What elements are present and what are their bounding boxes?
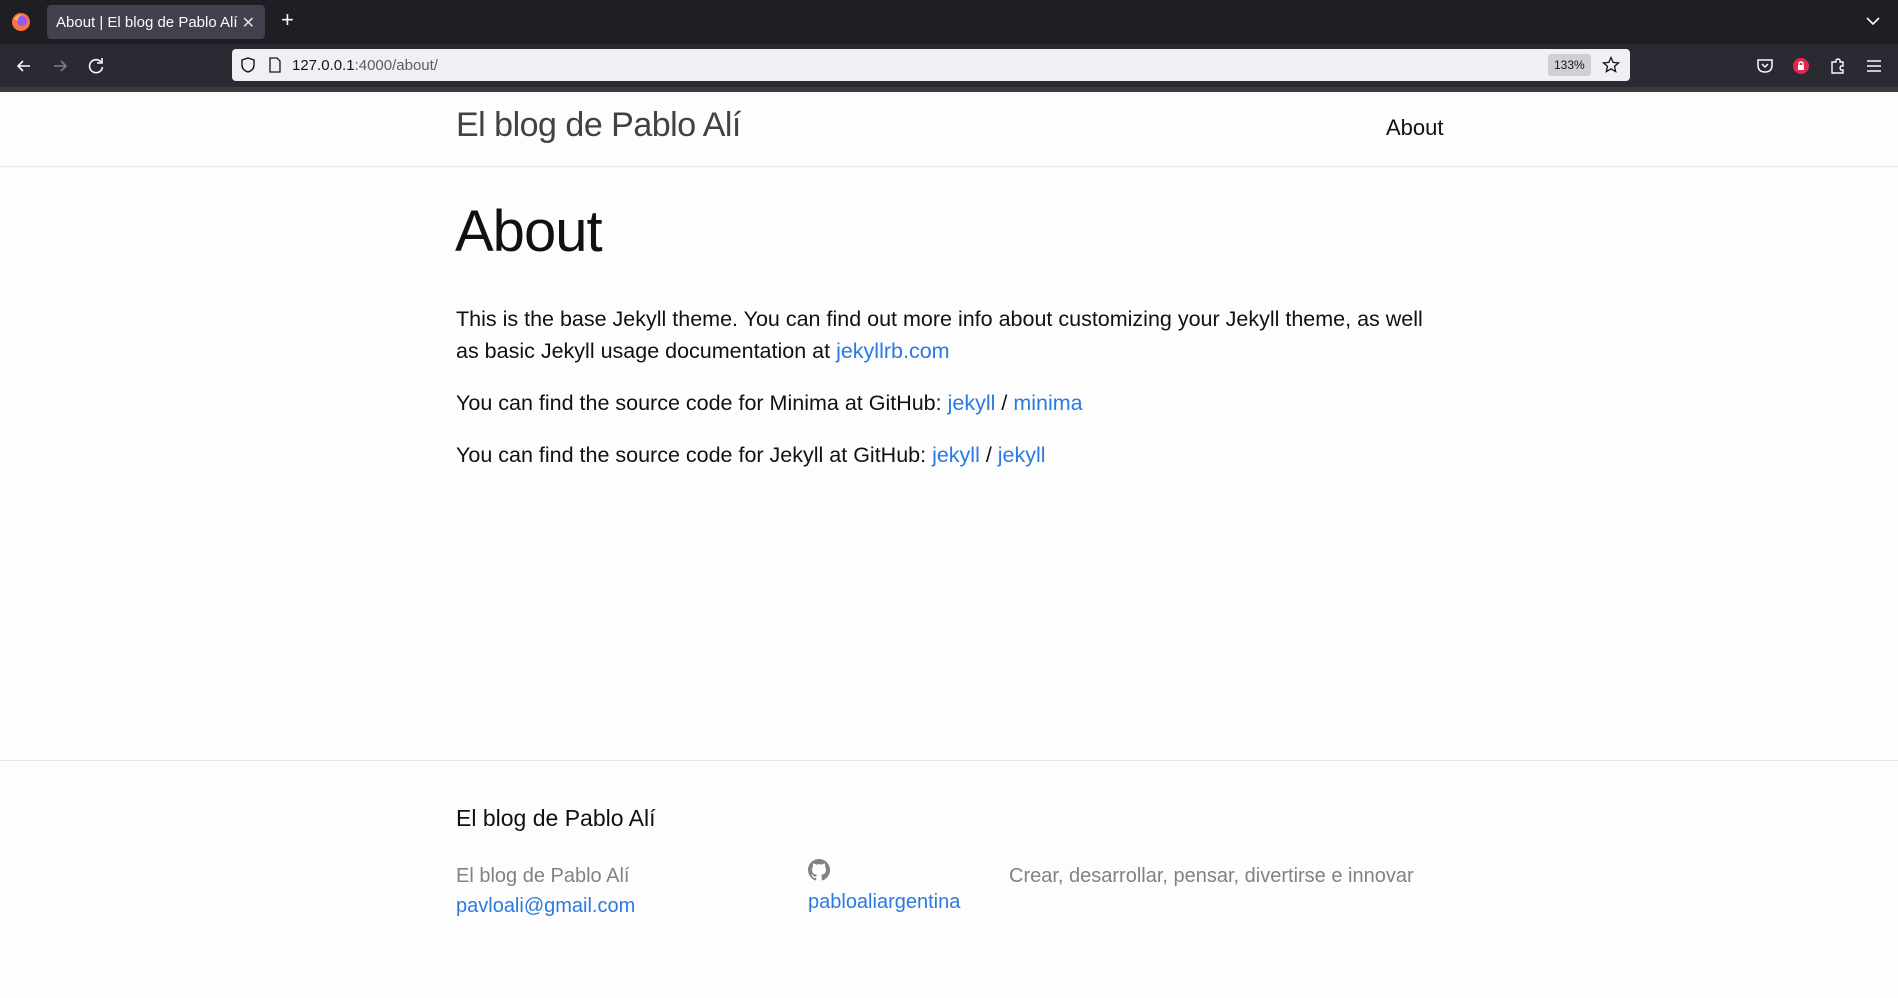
site-footer: El blog de Pablo Alí El blog de Pablo Al…: [0, 760, 1898, 998]
tab-list-chevron-icon[interactable]: [1864, 12, 1882, 30]
tab-close-icon[interactable]: ✕: [242, 13, 255, 33]
active-tab[interactable]: About | El blog de Pablo Alí ✕: [47, 5, 265, 39]
paragraph-intro: This is the base Jekyll theme. You can f…: [456, 303, 1446, 367]
jekyll-org-link-2[interactable]: jekyll: [932, 443, 980, 467]
page-content: This is the base Jekyll theme. You can f…: [456, 303, 1446, 491]
extension-lock-icon[interactable]: [1791, 56, 1811, 76]
browser-tab-bar: About | El blog de Pablo Alí ✕ +: [0, 0, 1898, 44]
page-icon[interactable]: [268, 57, 282, 73]
github-icon[interactable]: [808, 859, 830, 881]
jekyll-org-link[interactable]: jekyll: [948, 391, 996, 415]
footer-heading: El blog de Pablo Alí: [456, 805, 656, 831]
footer-email-link[interactable]: pavloali@gmail.com: [456, 895, 635, 917]
jekyll-source-text: You can find the source code for Jekyll …: [456, 443, 933, 467]
bookmark-star-icon[interactable]: [1602, 56, 1620, 74]
paragraph-jekyll-source: You can find the source code for Jekyll …: [456, 439, 1446, 471]
browser-toolbar: 127.0.0.1:4000/about/ 133%: [0, 44, 1898, 87]
footer-site-name: El blog de Pablo Alí: [456, 865, 630, 887]
minima-repo-link[interactable]: minima: [1013, 391, 1082, 415]
new-tab-icon[interactable]: +: [281, 9, 294, 31]
jekyll-repo-link[interactable]: jekyll: [998, 443, 1046, 467]
url-text[interactable]: 127.0.0.1:4000/about/: [292, 57, 438, 74]
url-path: :4000/about/: [354, 57, 438, 74]
jekyllrb-link[interactable]: jekyllrb.com: [836, 339, 950, 363]
firefox-logo-icon[interactable]: [11, 12, 31, 32]
menu-hamburger-icon[interactable]: [1864, 56, 1884, 76]
pocket-icon[interactable]: [1755, 56, 1775, 76]
forward-arrow-icon[interactable]: [49, 55, 71, 77]
footer-contact-column: El blog de Pablo Alí pavloali@gmail.com: [456, 861, 635, 921]
footer-github-link[interactable]: pabloaliargentina: [808, 891, 960, 913]
page-title: About: [455, 199, 603, 264]
paragraph-minima-source: You can find the source code for Minima …: [456, 387, 1446, 419]
extensions-puzzle-icon[interactable]: [1828, 56, 1848, 76]
footer-description: Crear, desarrollar, pensar, divertirse e…: [1009, 865, 1414, 887]
back-arrow-icon[interactable]: [13, 55, 35, 77]
site-title-link[interactable]: El blog de Pablo Alí: [456, 106, 741, 145]
tab-title: About | El blog de Pablo Alí: [56, 14, 238, 31]
separator: /: [995, 391, 1014, 415]
footer-social-column: pabloaliargentina: [808, 859, 960, 917]
zoom-level-badge[interactable]: 133%: [1548, 54, 1591, 76]
site-header: El blog de Pablo Alí About: [0, 92, 1898, 167]
reload-icon[interactable]: [85, 55, 107, 77]
minima-source-text: You can find the source code for Minima …: [456, 391, 948, 415]
address-bar[interactable]: 127.0.0.1:4000/about/ 133%: [232, 49, 1630, 81]
url-host: 127.0.0.1: [292, 57, 355, 74]
separator: /: [979, 443, 998, 467]
nav-link-about[interactable]: About: [1386, 115, 1444, 141]
shield-icon[interactable]: [240, 57, 256, 73]
